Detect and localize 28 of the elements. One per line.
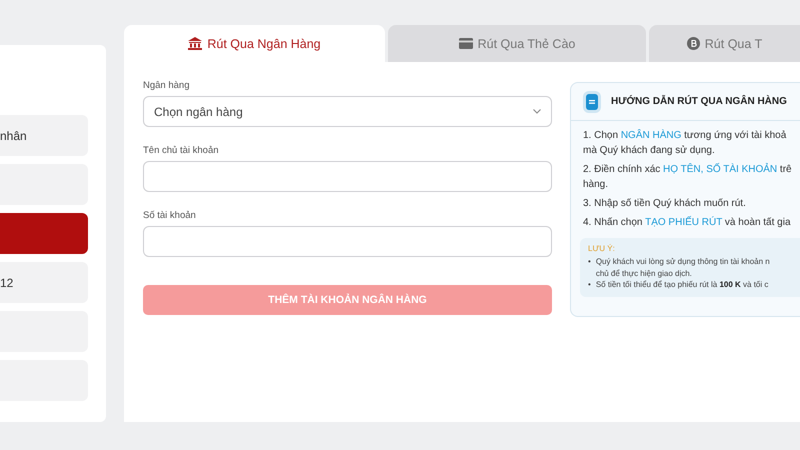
- tab[interactable]: Rút Qua Ngân Hàng: [124, 25, 385, 62]
- bullet-mark: •: [588, 279, 591, 290]
- guide-step-text: 1. Chọn NGÂN HÀNG tương ứng với tài khoả: [583, 128, 788, 143]
- sidebar-item[interactable]: [0, 213, 88, 254]
- guide-step-text: hàng.: [583, 178, 610, 192]
- field-label: Ngân hàng: [143, 80, 190, 91]
- note-text: Quý khách vui lòng sử dụng thông tin tài khoản n: [596, 256, 770, 268]
- document-icon: [582, 90, 602, 112]
- sidebar-item[interactable]: 12: [0, 262, 88, 303]
- card-icon: [458, 38, 473, 49]
- bullet-mark: •: [588, 256, 591, 268]
- note-text: chủ để thực hiện giao dịch.: [596, 268, 693, 279]
- coin-icon: [686, 37, 700, 50]
- note-text: Số tiền tối thiểu để tạo phiếu rút là 100 K và tối c: [596, 279, 768, 290]
- guide-title: HƯỚNG DẪN RÚT QUA NGÂN HÀNG: [611, 96, 787, 107]
- guide-step-text: mà Quý khách đang sử dụng.: [583, 144, 716, 158]
- note-title: LƯU Ý:: [588, 244, 616, 253]
- sidebar-item[interactable]: nhân: [0, 115, 88, 156]
- field-label: Tên chủ tài khoản: [143, 145, 220, 156]
- bank-icon: [188, 37, 202, 50]
- chevron-down-icon: [533, 109, 541, 114]
- bank-select[interactable]: Chọn ngân hàng: [143, 96, 552, 127]
- field-label: Số tài khoản: [143, 210, 197, 221]
- guide-step-text: 3. Nhập số tiền Quý khách muốn rút.: [583, 197, 747, 211]
- guide-step-text: 4. Nhấn chọn TẠO PHIẾU RÚT và hoàn tất gia: [583, 215, 792, 230]
- input-field[interactable]: [143, 161, 552, 192]
- guide-step-text: 2. Điền chính xác HỌ TÊN, SỐ TÀI KHOẢN trê: [583, 162, 793, 177]
- input-field[interactable]: [143, 226, 552, 257]
